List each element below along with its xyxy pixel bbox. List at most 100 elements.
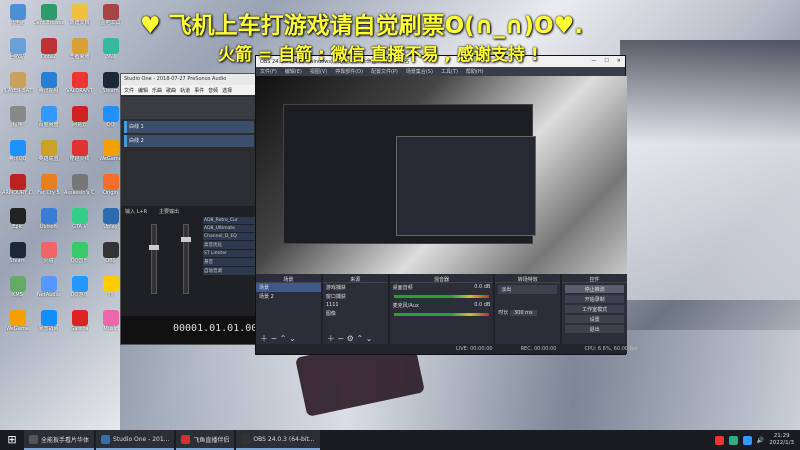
insert-slot[interactable]: 自动音调: [203, 267, 257, 275]
add-scene-icon[interactable]: ＋ − ⌃ ⌄: [260, 333, 296, 344]
desktop-icon-label: QQ音乐: [70, 258, 89, 264]
add-source-icon[interactable]: ＋ − ⚙ ⌃ ⌄: [327, 333, 372, 344]
desktop-icon[interactable]: Steam: [2, 240, 33, 274]
menu-item[interactable]: 轨道: [180, 87, 190, 94]
source-item[interactable]: 1111: [323, 301, 388, 309]
studio-one-titlebar[interactable]: Studio One - 2018-07-27 PreSonus Audio: [121, 74, 257, 85]
desktop-icon[interactable]: 360: [95, 36, 126, 70]
maximize-icon[interactable]: ☐: [604, 58, 608, 65]
desktop-icon[interactable]: 穿越火线: [64, 138, 95, 172]
desktop-icon[interactable]: PLAYER BATTLE: [2, 70, 33, 104]
menu-item[interactable]: 音频: [208, 87, 218, 94]
audio-meter[interactable]: [393, 313, 490, 316]
transition-select[interactable]: 淡出: [498, 285, 558, 294]
fader-channel-1[interactable]: [149, 224, 159, 294]
menu-item[interactable]: 帮助(H): [466, 68, 484, 75]
obs-statusbar: LIVE: 00:00:00 REC: 00:00:00 CPU: 6.6%, …: [256, 344, 637, 354]
desktop-icon[interactable]: QQ游戏: [64, 274, 95, 308]
settings-button[interactable]: 设置: [565, 315, 625, 323]
desktop-icon[interactable]: 英雄联盟: [33, 138, 64, 172]
desktop-icon[interactable]: Assassin's Creed: [64, 172, 95, 206]
fader-channel-2[interactable]: [181, 224, 191, 294]
insert-slot[interactable]: 高音优化: [203, 241, 257, 249]
menu-item[interactable]: 选择: [222, 87, 232, 94]
volume-icon[interactable]: 🔊: [757, 437, 764, 444]
desktop-icon[interactable]: 百度网盘: [33, 104, 64, 138]
desktop-icon[interactable]: 腾讯QQ: [2, 138, 33, 172]
desktop-icon[interactable]: Far Cry 5: [33, 172, 64, 206]
desktop-icon-grid: 此电脑 Cent Browser 新建文档 图吧工具回收站 Dota2 王者荣耀 360 PL…: [0, 0, 125, 430]
insert-slot[interactable]: AD8_Retro_Cur: [203, 217, 257, 224]
desktop-icon[interactable]: 腾讯视频: [33, 70, 64, 104]
app-icon: [71, 38, 88, 54]
menu-item[interactable]: 配置文件(P): [371, 68, 398, 75]
stop-stream-button[interactable]: 停止推流: [565, 285, 625, 293]
desktop-icon[interactable]: Dota2: [33, 36, 64, 70]
close-icon[interactable]: ✕: [617, 58, 621, 65]
tray-app-icon[interactable]: [728, 435, 738, 445]
audio-meter[interactable]: [393, 295, 490, 298]
desktop-icon[interactable]: Ubisoft: [33, 206, 64, 240]
insert-slot[interactable]: 悬音: [203, 258, 257, 266]
desktop-icon[interactable]: 程序: [2, 104, 33, 138]
desktop-icon[interactable]: Epic: [2, 206, 33, 240]
menu-item[interactable]: 歌曲: [166, 87, 176, 94]
desktop-icon[interactable]: ARMOURY CRATE: [2, 172, 33, 206]
desktop-icon[interactable]: Cent Browser: [33, 2, 64, 36]
menu-item[interactable]: 文件(F): [260, 68, 277, 75]
studio-mode-button[interactable]: 工作室模式: [565, 305, 625, 313]
desktop-icon[interactable]: VALORANT: [64, 70, 95, 104]
desktop-icon[interactable]: QQ音乐: [64, 240, 95, 274]
menu-item[interactable]: 编辑: [138, 87, 148, 94]
minimize-icon[interactable]: —: [591, 58, 596, 65]
scene-item[interactable]: 场景: [256, 283, 321, 292]
scene-item[interactable]: 场景 2: [256, 292, 321, 301]
desktop-icon[interactable]: 新建文档: [64, 2, 95, 36]
insert-slot[interactable]: ST Limiter: [203, 250, 257, 257]
track-1[interactable]: 白线 1: [124, 121, 254, 133]
app-icon: [40, 310, 57, 326]
duration-input[interactable]: 300 ms: [509, 310, 537, 316]
menu-item[interactable]: 场景集合(S): [406, 68, 433, 75]
menu-item[interactable]: 乐曲: [152, 87, 162, 94]
desktop-icon[interactable]: GTA V: [64, 206, 95, 240]
insert-slot[interactable]: Channel_D_EQ: [203, 233, 257, 240]
menu-item[interactable]: 视图(V): [310, 68, 327, 75]
start-recording-button[interactable]: 开始录制: [565, 295, 625, 303]
taskbar-app-button[interactable]: 全能扳手看片华体: [24, 430, 95, 450]
track-2[interactable]: 白线 2: [124, 135, 254, 147]
tray-app-icon[interactable]: [742, 435, 752, 445]
menu-item[interactable]: 工具(T): [441, 68, 458, 75]
menu-item[interactable]: 停靠部件(D): [335, 68, 363, 75]
source-item[interactable]: 窗口捕获: [323, 292, 388, 301]
clock[interactable]: 21:29 2022/1/3: [769, 433, 794, 447]
menu-item[interactable]: 文件: [124, 87, 134, 94]
taskbar-app-button[interactable]: Studio One - 201...: [96, 430, 175, 450]
desktop-icon-label: QQ: [106, 122, 115, 128]
track-label: 白线 1: [129, 124, 144, 130]
taskbar-app-button[interactable]: OBS 24.0.3 (64-bit...: [236, 430, 320, 450]
desktop-icon[interactable]: 暴雪战网: [33, 308, 64, 342]
taskbar-app-button[interactable]: 飞鱼直播伴侣: [176, 430, 235, 450]
desktop-icon[interactable]: 王者荣耀: [64, 36, 95, 70]
source-item[interactable]: 游戏捕获: [323, 283, 388, 292]
desktop-icon[interactable]: 回收站: [2, 36, 33, 70]
desktop-icon[interactable]: KMS: [2, 274, 33, 308]
desktop-icon[interactable]: NetAudio: [33, 274, 64, 308]
desktop-icon[interactable]: Garena: [64, 308, 95, 342]
desktop-icon[interactable]: 网易云: [64, 104, 95, 138]
windows-start-icon[interactable]: ⊞: [0, 430, 24, 450]
insert-slot[interactable]: AD8_Ultimate: [203, 225, 257, 232]
tray-app-icon[interactable]: [714, 435, 724, 445]
desktop-icon[interactable]: WeGame: [2, 308, 33, 342]
desktop-icon-label: 此电脑: [9, 20, 25, 26]
source-item[interactable]: 图像: [323, 309, 388, 318]
desktop-icon[interactable]: 图吧工具: [95, 2, 126, 36]
desktop-icon[interactable]: 此电脑: [2, 2, 33, 36]
studio-one-window[interactable]: Studio One - 2018-07-27 PreSonus Audio 文…: [120, 73, 259, 345]
desktop-icon[interactable]: 火绒: [33, 240, 64, 274]
menu-item[interactable]: 事件: [194, 87, 204, 94]
exit-button[interactable]: 退出: [565, 325, 625, 333]
obs-window[interactable]: OBS 24.0.3 (64-bit, windows) - 配置文件: 未命名…: [255, 55, 637, 355]
menu-item[interactable]: 编辑(E): [285, 68, 302, 75]
